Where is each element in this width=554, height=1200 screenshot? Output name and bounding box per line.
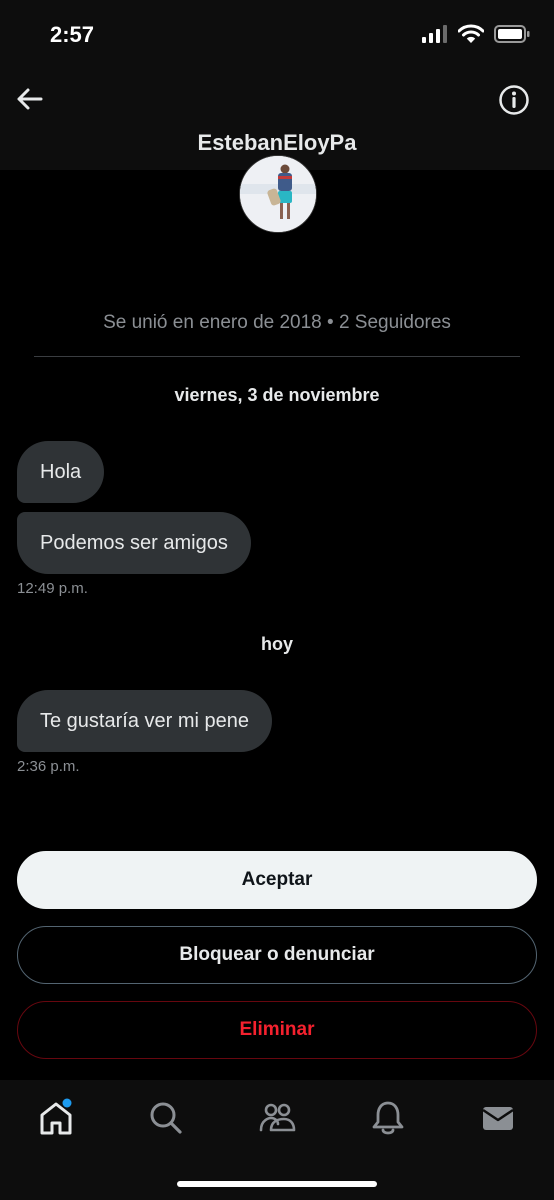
communities-icon[interactable]: [257, 1098, 297, 1138]
block-or-report-button[interactable]: Bloquear o denunciar: [17, 926, 537, 984]
avatar[interactable]: [239, 155, 317, 233]
back-arrow-icon[interactable]: [14, 84, 44, 114]
home-icon[interactable]: [36, 1098, 76, 1138]
cellular-signal-icon: [422, 25, 447, 43]
wifi-icon: [458, 24, 484, 43]
divider: [34, 356, 520, 357]
delete-button[interactable]: Eliminar: [17, 1001, 537, 1059]
info-icon[interactable]: [498, 84, 530, 116]
message-bubble[interactable]: Hola: [17, 441, 105, 503]
message-timestamp: 2:36 p.m.: [17, 758, 80, 775]
notifications-icon[interactable]: [368, 1098, 408, 1138]
profile-joined-text: Se unió en enero de 2018 • 2 Seguidores: [103, 312, 451, 333]
status-bar: 2:57: [0, 0, 554, 70]
status-time: 2:57: [50, 22, 95, 47]
message-bubble[interactable]: Te gustaría ver mi pene: [17, 690, 272, 752]
accept-button[interactable]: Aceptar: [17, 851, 537, 909]
date-separator: hoy: [260, 634, 293, 654]
messages-icon[interactable]: [478, 1098, 518, 1138]
avatar-photo: [240, 156, 316, 232]
notification-dot: [62, 1098, 72, 1108]
search-icon[interactable]: [146, 1098, 186, 1138]
message-timestamp: 12:49 p.m.: [17, 580, 88, 597]
home-indicator: [177, 1181, 377, 1187]
date-separator: viernes, 3 de noviembre: [174, 385, 380, 405]
battery-icon: [494, 25, 530, 43]
status-icons: [422, 24, 530, 44]
message-bubble[interactable]: Podemos ser amigos: [17, 512, 251, 574]
conversation-username[interactable]: EstebanEloyPa: [0, 130, 554, 156]
